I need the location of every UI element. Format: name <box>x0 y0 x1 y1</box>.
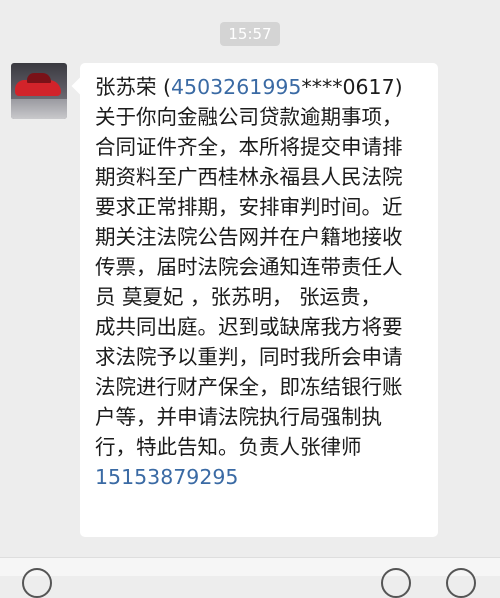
body-line: 传票，届时法院会通知连带责任人 <box>95 255 403 279</box>
body-line: 行，特此告知。负责人张律师 <box>95 435 362 459</box>
id-number-suffix: 0617) <box>342 75 403 99</box>
phone-number-link[interactable]: 15153879295 <box>95 465 238 489</box>
emoji-icon[interactable] <box>381 568 411 598</box>
body-line: 成共同出庭。迟到或缺席我方将要 <box>95 315 403 339</box>
body-line: 关于你向金融公司贷款逾期事项， <box>95 105 403 129</box>
id-open-paren: ( <box>156 75 172 99</box>
id-number-mask: **** <box>301 75 343 99</box>
body-line: 法院进行财产保全，即冻结银行账 <box>95 375 403 399</box>
id-number-prefix[interactable]: 4503261995 <box>171 75 301 99</box>
message-text: 张苏荣 (4503261995****0617) 关于你向金融公司贷款逾期事项，… <box>95 72 428 492</box>
body-line: 员 莫夏妃 ，张苏明， 张运贵， <box>95 285 382 309</box>
body-line: 期资料至广西桂林永福县人民法院 <box>95 165 403 189</box>
body-line: 合同证件齐全，本所将提交申请排 <box>95 135 403 159</box>
body-line: 求法院予以重判，同时我所会申请 <box>95 345 403 369</box>
sender-name: 张苏荣 <box>95 75 157 99</box>
body-line: 期关注法院公告网并在户籍地接收 <box>95 225 403 249</box>
sender-avatar[interactable] <box>11 63 67 119</box>
input-toolbar <box>0 557 500 598</box>
body-line: 要求正常排期，安排审判时间。近 <box>95 195 403 219</box>
message-bubble[interactable]: 张苏荣 (4503261995****0617) 关于你向金融公司贷款逾期事项，… <box>80 63 438 537</box>
avatar-car-image <box>15 73 61 96</box>
plus-icon[interactable] <box>446 568 476 598</box>
body-line: 户等，并申请法院执行局强制执 <box>95 405 382 429</box>
avatar-road <box>11 99 67 119</box>
message-timestamp: 15:57 <box>220 22 280 46</box>
voice-icon[interactable] <box>22 568 52 598</box>
